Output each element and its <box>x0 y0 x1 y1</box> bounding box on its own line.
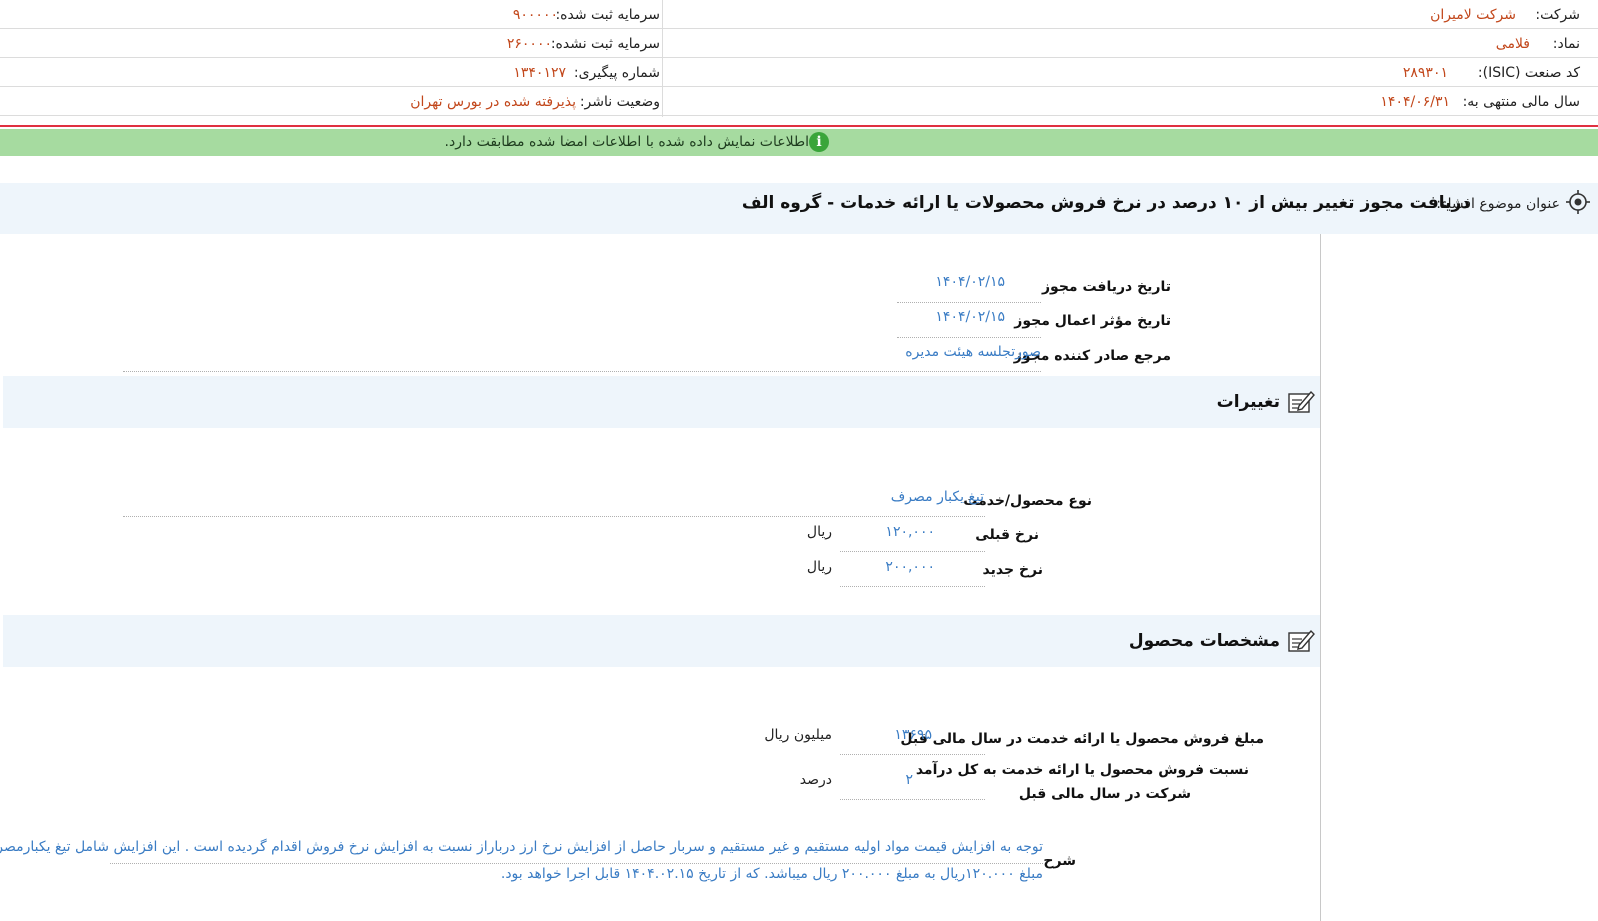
permit-issuer-underline <box>123 371 1041 372</box>
symbol-value[interactable]: فلامی <box>1496 36 1530 52</box>
target-icon <box>1566 190 1590 214</box>
description-line-1: توجه به افزایش قیمت مواد اولیه مستقیم و … <box>0 839 1043 855</box>
publisher-status-value: پذیرفته شده در بورس تهران <box>410 94 576 110</box>
company-value[interactable]: شرکت لامیران <box>1430 7 1516 23</box>
isic-value: ۲۸۹۳۰۱ <box>1402 65 1448 81</box>
tracking-number-value: ۱۳۴۰۱۲۷ <box>513 65 566 81</box>
alert-divider <box>0 125 1598 127</box>
changes-section-header <box>3 376 1320 428</box>
header-row-2 <box>0 29 1598 58</box>
edit-icon <box>1288 390 1315 413</box>
header-row-4 <box>0 87 1598 116</box>
registered-capital-label: سرمایه ثبت شده: <box>555 7 660 23</box>
header-row-1 <box>0 0 1598 29</box>
notice-message: اطلاعات نمایش داده شده با اطلاعات امضا ش… <box>444 134 809 150</box>
sales-amount-label: مبلغ فروش محصول یا ارائه خدمت در سال مال… <box>900 731 1264 747</box>
new-rate-value: ۲۰۰,۰۰۰ <box>885 559 935 575</box>
previous-rate-value: ۱۲۰,۰۰۰ <box>885 524 935 540</box>
company-label: شرکت: <box>1535 7 1580 23</box>
changes-section-title: تغییرات <box>1216 392 1280 412</box>
receive-date-underline <box>897 302 1041 303</box>
disclosure-subject-title: دریافت مجوز تغییر بیش از ۱۰ درصد در نرخ … <box>741 193 1470 213</box>
tracking-number-label: شماره پیگیری: <box>573 65 660 81</box>
sales-ratio-underline <box>840 799 985 800</box>
description-underline <box>110 863 1043 864</box>
isic-label: کد صنعت (ISIC): <box>1477 65 1580 81</box>
header-row-3 <box>0 58 1598 87</box>
sales-amount-value: ۱۳۶۹۵ <box>894 727 932 743</box>
permit-issuer-value: صورتجلسه هیئت مدیره <box>905 344 1041 360</box>
header-divider <box>662 0 663 117</box>
sales-ratio-value: ۲ <box>905 772 913 788</box>
new-rate-label: نرخ جدید <box>982 562 1043 578</box>
fiscal-year-label: سال مالی منتهی به: <box>1462 94 1580 110</box>
symbol-label: نماد: <box>1552 36 1580 52</box>
signature-notice: i اطلاعات نمایش داده شده با اطلاعات امضا… <box>0 129 1598 156</box>
new-rate-underline <box>840 586 985 587</box>
disclosure-content-panel <box>3 234 1321 921</box>
new-rate-unit: ریال <box>806 559 832 575</box>
info-icon: i <box>809 132 829 152</box>
product-type-underline <box>123 516 985 517</box>
sales-amount-unit: میلیون ریال <box>764 727 832 743</box>
sales-ratio-label-line1: نسبت فروش محصول یا ارائه خدمت به کل درآم… <box>915 762 1249 778</box>
unregistered-capital-value: ۲۶۰۰۰۰ <box>506 36 552 52</box>
effective-date-value: ۱۴۰۴/۰۲/۱۵ <box>935 309 1005 325</box>
effective-date-underline <box>897 337 1041 338</box>
effective-date-label: تاریخ مؤثر اعمال مجوز <box>1014 313 1171 329</box>
previous-rate-unit: ریال <box>806 524 832 540</box>
description-label: شرح <box>1043 853 1076 869</box>
previous-rate-label: نرخ قبلی <box>975 527 1039 543</box>
publisher-status-label: وضعیت ناشر: <box>579 94 660 110</box>
sales-ratio-unit: درصد <box>799 772 832 788</box>
company-info-header: شرکت: شرکت لامیران نماد: فلامی کد صنعت (… <box>0 0 1598 117</box>
unregistered-capital-label: سرمایه ثبت نشده: <box>550 36 660 52</box>
product-type-value: تیغ یکبار مصرف <box>890 489 984 505</box>
sales-amount-underline <box>840 754 985 755</box>
edit-icon <box>1288 629 1315 652</box>
previous-rate-underline <box>840 551 985 552</box>
fiscal-year-value: ۱۴۰۴/۰۶/۳۱ <box>1380 94 1450 110</box>
registered-capital-value: ۹۰۰۰۰۰ <box>512 7 558 23</box>
description-line-2: مبلغ ۱۲۰.۰۰۰ریال به مبلغ ۲۰۰.۰۰۰ ریال می… <box>500 866 1043 882</box>
product-section-header <box>3 615 1320 667</box>
product-section-title: مشخصات محصول <box>1128 631 1280 651</box>
receive-date-value: ۱۴۰۴/۰۲/۱۵ <box>935 274 1005 290</box>
receive-date-label: تاریخ دریافت مجوز <box>1041 279 1171 295</box>
sales-ratio-label-line2: شرکت در سال مالی قبل <box>1018 786 1191 802</box>
